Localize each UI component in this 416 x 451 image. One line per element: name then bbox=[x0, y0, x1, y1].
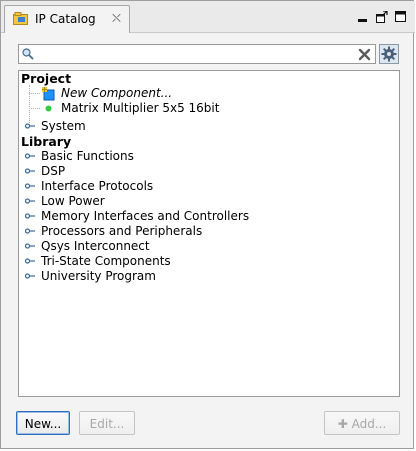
ip-catalog-panel: IP Catalog ⛌ Project New Component... Ma… bbox=[0, 0, 415, 449]
close-icon[interactable]: ⛌ bbox=[112, 11, 121, 26]
panel-titlebar: IP Catalog ⛌ bbox=[1, 1, 415, 33]
tree-item-library[interactable]: DSP bbox=[25, 164, 365, 179]
tree-connector bbox=[29, 108, 40, 109]
expand-icon[interactable] bbox=[25, 228, 35, 234]
tree-item-library[interactable]: Qsys Interconnect bbox=[25, 239, 365, 254]
tree-item-library[interactable]: Basic Functions bbox=[25, 149, 365, 164]
tree-item-label: Interface Protocols bbox=[41, 179, 154, 193]
clear-search-icon[interactable] bbox=[358, 48, 371, 61]
tree-item-label: University Program bbox=[41, 269, 156, 283]
tree-section-library[interactable]: Library bbox=[21, 134, 71, 149]
expand-icon[interactable] bbox=[25, 153, 35, 159]
tree-item-library[interactable]: Tri-State Components bbox=[25, 254, 365, 269]
tree-item-label: System bbox=[41, 119, 86, 133]
new-button[interactable]: New... bbox=[16, 411, 70, 435]
tree-item-library[interactable]: Processors and Peripherals bbox=[25, 224, 365, 239]
ip-tree: Project New Component... Matrix Multipli… bbox=[18, 70, 400, 397]
tree-item-label: Matrix Multiplier 5x5 16bit bbox=[61, 101, 220, 115]
expand-icon[interactable] bbox=[25, 168, 35, 174]
tree-item-label: New Component... bbox=[61, 86, 173, 100]
edit-button[interactable]: Edit... bbox=[79, 411, 135, 435]
tree-item-library[interactable]: University Program bbox=[25, 269, 365, 284]
expand-icon[interactable] bbox=[25, 123, 35, 129]
tree-item-matrix-multiplier[interactable]: Matrix Multiplier 5x5 16bit bbox=[29, 101, 329, 116]
tree-item-label: Qsys Interconnect bbox=[41, 239, 150, 253]
expand-icon[interactable] bbox=[25, 273, 35, 279]
new-component-icon bbox=[42, 87, 55, 101]
search-box bbox=[18, 44, 376, 64]
tree-item-new-component[interactable]: New Component... bbox=[29, 86, 329, 101]
ip-catalog-icon bbox=[13, 12, 28, 25]
settings-button[interactable] bbox=[379, 44, 399, 64]
tree-item-library[interactable]: Low Power bbox=[25, 194, 365, 209]
minimize-icon[interactable] bbox=[357, 11, 369, 23]
expand-icon[interactable] bbox=[25, 213, 35, 219]
tab-ip-catalog[interactable]: IP Catalog ⛌ bbox=[4, 5, 130, 33]
search-icon bbox=[22, 48, 34, 60]
tree-item-label: Tri-State Components bbox=[41, 254, 171, 268]
tree-item-label: Processors and Peripherals bbox=[41, 224, 203, 238]
expand-icon[interactable] bbox=[25, 258, 35, 264]
expand-icon[interactable] bbox=[25, 198, 35, 204]
expand-icon[interactable] bbox=[25, 183, 35, 189]
restore-icon[interactable] bbox=[376, 11, 388, 23]
tree-item-system[interactable]: System bbox=[25, 119, 325, 134]
tree-section-project[interactable]: Project bbox=[21, 71, 71, 86]
green-dot-icon bbox=[45, 105, 52, 112]
plus-icon: ✚ bbox=[337, 417, 348, 431]
tree-item-label: DSP bbox=[41, 164, 66, 178]
add-button-label: Add... bbox=[351, 417, 387, 431]
tab-title: IP Catalog bbox=[35, 12, 96, 26]
tree-item-library[interactable]: Memory Interfaces and Controllers bbox=[25, 209, 365, 224]
gear-icon bbox=[381, 46, 397, 62]
tree-item-label: Memory Interfaces and Controllers bbox=[41, 209, 250, 223]
search-input[interactable] bbox=[37, 46, 352, 62]
maximize-icon[interactable] bbox=[395, 11, 407, 23]
tree-item-label: Basic Functions bbox=[41, 149, 134, 163]
tree-item-library[interactable]: Interface Protocols bbox=[25, 179, 365, 194]
expand-icon[interactable] bbox=[25, 243, 35, 249]
add-button[interactable]: ✚ Add... bbox=[324, 411, 400, 435]
tree-connector bbox=[29, 93, 40, 94]
tree-item-label: Low Power bbox=[41, 194, 105, 208]
